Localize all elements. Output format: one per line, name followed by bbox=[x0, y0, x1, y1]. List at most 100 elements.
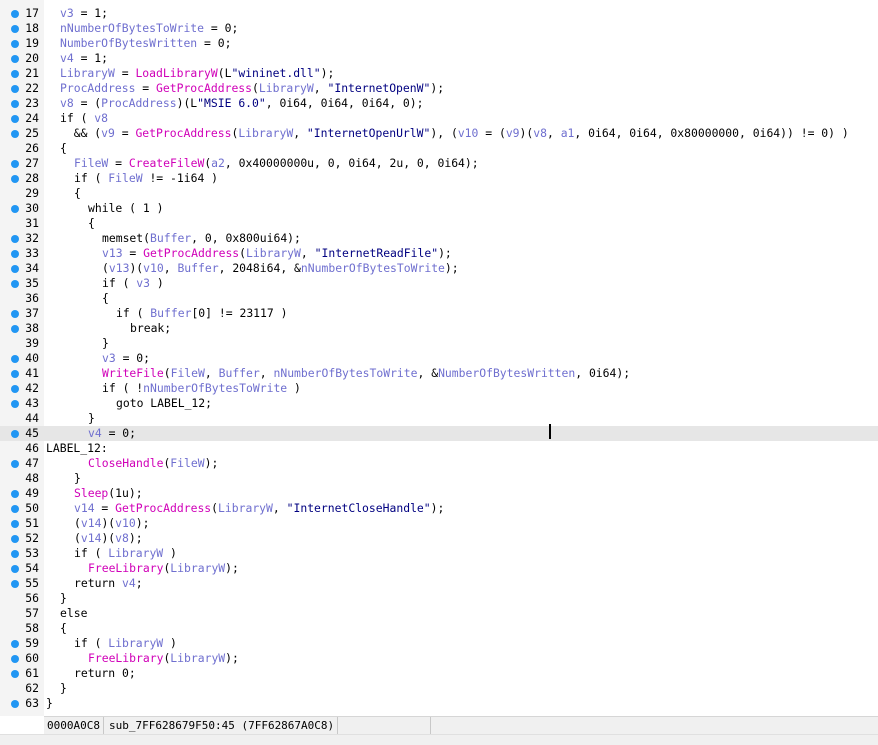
identifier-token[interactable]: v10 bbox=[115, 516, 136, 530]
function-token[interactable]: GetProcAddress bbox=[143, 246, 239, 260]
identifier-token[interactable]: v9 bbox=[101, 126, 115, 140]
identifier-token[interactable]: NumberOfBytesWritten bbox=[60, 36, 197, 50]
code-line[interactable]: 52 (v14)(v8); bbox=[0, 531, 878, 546]
identifier-token[interactable]: Buffer bbox=[219, 366, 260, 380]
code-line[interactable]: 31 { bbox=[0, 216, 878, 231]
identifier-token[interactable]: LibraryW bbox=[246, 246, 301, 260]
identifier-token[interactable]: v3 bbox=[102, 351, 116, 365]
identifier-token[interactable]: LibraryW bbox=[218, 501, 273, 515]
function-token[interactable]: WriteFile bbox=[102, 366, 164, 380]
code-line[interactable]: 19 NumberOfBytesWritten = 0; bbox=[0, 36, 878, 51]
code-line[interactable]: 43 goto LABEL_12; bbox=[0, 396, 878, 411]
function-token[interactable]: GetProcAddress bbox=[156, 81, 252, 95]
identifier-token[interactable]: v4 bbox=[88, 426, 102, 440]
code-line[interactable]: 18 nNumberOfBytesToWrite = 0; bbox=[0, 21, 878, 36]
function-token[interactable]: Sleep bbox=[74, 486, 108, 500]
code-line[interactable]: 36 { bbox=[0, 291, 878, 306]
identifier-token[interactable]: Buffer bbox=[177, 261, 218, 275]
code-line[interactable]: 44} bbox=[0, 411, 878, 426]
identifier-token[interactable]: a2 bbox=[211, 156, 225, 170]
identifier-token[interactable]: v13 bbox=[102, 246, 123, 260]
identifier-token[interactable]: LibraryW bbox=[108, 546, 163, 560]
pseudocode-view[interactable]: 17 v3 = 1; 18 nNumberOfBytesToWrite = 0; 19 N… bbox=[0, 0, 878, 716]
function-token[interactable]: CloseHandle bbox=[88, 456, 163, 470]
code-line[interactable]: 34 (v13)(v10, Buffer, 2048i64, &nNumberOf… bbox=[0, 261, 878, 276]
identifier-token[interactable]: v14 bbox=[74, 501, 95, 515]
identifier-token[interactable]: ProcAddress bbox=[101, 96, 176, 110]
code-line[interactable]: 38 break; bbox=[0, 321, 878, 336]
function-token[interactable]: FreeLibrary bbox=[88, 651, 163, 665]
identifier-token[interactable]: nNumberOfBytesToWrite bbox=[273, 366, 417, 380]
code-line[interactable]: 46 LABEL_12: bbox=[0, 441, 878, 456]
identifier-token[interactable]: v4 bbox=[122, 576, 136, 590]
identifier-token[interactable]: v10 bbox=[458, 126, 479, 140]
code-line[interactable]: 61 return 0; bbox=[0, 666, 878, 681]
function-token[interactable]: GetProcAddress bbox=[135, 126, 231, 140]
code-line[interactable]: 21 LibraryW = LoadLibraryW(L"wininet.dll"… bbox=[0, 66, 878, 81]
function-token[interactable]: LoadLibraryW bbox=[135, 66, 217, 80]
identifier-token[interactable]: v3 bbox=[60, 6, 74, 20]
identifier-token[interactable]: v10 bbox=[143, 261, 164, 275]
identifier-token[interactable]: nNumberOfBytesToWrite bbox=[60, 21, 204, 35]
identifier-token[interactable]: v8 bbox=[94, 111, 108, 125]
code-line[interactable]: 50 v14 = GetProcAddress(LibraryW, "Intern… bbox=[0, 501, 878, 516]
code-line[interactable]: 25 && (v9 = GetProcAddress(LibraryW, "In… bbox=[0, 126, 878, 141]
identifier-token[interactable]: v8 bbox=[60, 96, 74, 110]
identifier-token[interactable]: NumberOfBytesWritten bbox=[438, 366, 575, 380]
code-line[interactable]: 20 v4 = 1; bbox=[0, 51, 878, 66]
code-line[interactable]: 29 { bbox=[0, 186, 878, 201]
identifier-token[interactable]: nNumberOfBytesToWrite bbox=[301, 261, 445, 275]
code-line[interactable]: 33 v13 = GetProcAddress(LibraryW, "Intern… bbox=[0, 246, 878, 261]
identifier-token[interactable]: FileW bbox=[108, 171, 142, 185]
function-token[interactable]: CreateFileW bbox=[129, 156, 204, 170]
code-line[interactable]: 47 CloseHandle(FileW); bbox=[0, 456, 878, 471]
function-token[interactable]: FreeLibrary bbox=[88, 561, 163, 575]
identifier-token[interactable]: v14 bbox=[81, 516, 102, 530]
identifier-token[interactable]: LibraryW bbox=[108, 636, 163, 650]
code-line[interactable]: 63} bbox=[0, 696, 878, 711]
code-line[interactable]: 42 if ( !nNumberOfBytesToWrite ) bbox=[0, 381, 878, 396]
code-line[interactable]: 59 if ( LibraryW ) bbox=[0, 636, 878, 651]
identifier-token[interactable]: v8 bbox=[533, 126, 547, 140]
identifier-token[interactable]: LibraryW bbox=[238, 126, 293, 140]
identifier-token[interactable]: Buffer bbox=[150, 231, 191, 245]
code-line[interactable]: 62} bbox=[0, 681, 878, 696]
code-line[interactable]: 57 else bbox=[0, 606, 878, 621]
identifier-token[interactable]: LibraryW bbox=[259, 81, 314, 95]
identifier-token[interactable]: FileW bbox=[170, 456, 204, 470]
identifier-token[interactable]: v9 bbox=[506, 126, 520, 140]
identifier-token[interactable]: LibraryW bbox=[170, 651, 225, 665]
identifier-token[interactable]: FileW bbox=[74, 156, 108, 170]
code-line[interactable]: 26 { bbox=[0, 141, 878, 156]
code-line[interactable]: 60 FreeLibrary(LibraryW); bbox=[0, 651, 878, 666]
code-line[interactable]: 35 if ( v3 ) bbox=[0, 276, 878, 291]
identifier-token[interactable]: v3 bbox=[136, 276, 150, 290]
code-line[interactable]: 17 v3 = 1; bbox=[0, 6, 878, 21]
code-line[interactable]: 41 WriteFile(FileW, Buffer, nNumberOfByte… bbox=[0, 366, 878, 381]
identifier-token[interactable]: a1 bbox=[561, 126, 575, 140]
identifier-token[interactable]: Buffer bbox=[150, 306, 191, 320]
function-token[interactable]: GetProcAddress bbox=[115, 501, 211, 515]
code-line[interactable]: 30 while ( 1 ) bbox=[0, 201, 878, 216]
code-line[interactable]: 32 memset(Buffer, 0, 0x800ui64); bbox=[0, 231, 878, 246]
code-line[interactable]: 54 FreeLibrary(LibraryW); bbox=[0, 561, 878, 576]
code-line[interactable]: 48} bbox=[0, 471, 878, 486]
code-line[interactable]: 53 if ( LibraryW ) bbox=[0, 546, 878, 561]
code-line[interactable]: 24 if ( v8 bbox=[0, 111, 878, 126]
identifier-token[interactable]: LibraryW bbox=[170, 561, 225, 575]
identifier-token[interactable]: FileW bbox=[171, 366, 205, 380]
code-line[interactable]: 27 FileW = CreateFileW(a2, 0x40000000u, 0… bbox=[0, 156, 878, 171]
code-line[interactable]: 49 Sleep(1u); bbox=[0, 486, 878, 501]
code-line[interactable]: 28 if ( FileW != -1i64 ) bbox=[0, 171, 878, 186]
identifier-token[interactable]: nNumberOfBytesToWrite bbox=[143, 381, 287, 395]
code-line[interactable]: 56} bbox=[0, 591, 878, 606]
code-line[interactable]: 40 v3 = 0; bbox=[0, 351, 878, 366]
identifier-token[interactable]: v14 bbox=[81, 531, 102, 545]
code-line[interactable]: 45 v4 = 0; bbox=[0, 426, 878, 441]
identifier-token[interactable]: v4 bbox=[60, 51, 74, 65]
code-line[interactable]: 22 ProcAddress = GetProcAddress(LibraryW,… bbox=[0, 81, 878, 96]
code-line[interactable]: 55 return v4; bbox=[0, 576, 878, 591]
code-line[interactable]: 51 (v14)(v10); bbox=[0, 516, 878, 531]
code-line[interactable]: 39} bbox=[0, 336, 878, 351]
identifier-token[interactable]: v8 bbox=[115, 531, 129, 545]
